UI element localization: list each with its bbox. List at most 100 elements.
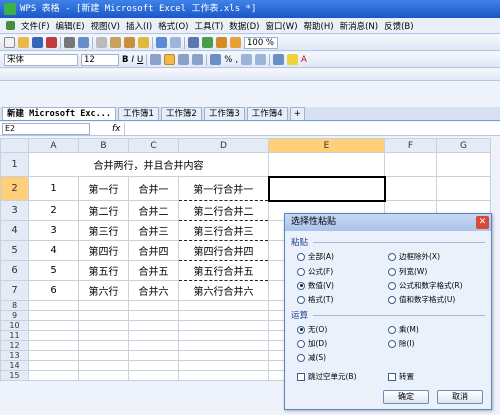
- cell[interactable]: 3: [28, 220, 79, 241]
- bold-icon[interactable]: B: [122, 55, 128, 65]
- checkbox-skip-blanks[interactable]: 跳过空单元(B): [297, 371, 357, 382]
- tab-workbook3[interactable]: 工作簿3: [203, 107, 245, 120]
- copied-cell[interactable]: 第六行合并六: [178, 280, 269, 301]
- cell[interactable]: 4: [28, 240, 79, 261]
- column-header-e[interactable]: E: [268, 138, 385, 153]
- column-header-b[interactable]: B: [78, 138, 129, 153]
- cut-icon[interactable]: [96, 37, 107, 48]
- print-preview-icon[interactable]: [78, 37, 89, 48]
- menu-tools[interactable]: 工具(T): [194, 20, 223, 32]
- radio-op-none[interactable]: 无(O): [297, 324, 327, 335]
- sort-icon[interactable]: [188, 37, 199, 48]
- cell[interactable]: 第三行: [78, 220, 129, 241]
- cell[interactable]: [128, 310, 179, 321]
- cell[interactable]: [28, 340, 79, 351]
- cell[interactable]: [28, 320, 79, 331]
- save-icon[interactable]: [32, 37, 43, 48]
- row-header[interactable]: 2: [0, 176, 29, 201]
- menu-file[interactable]: 文件(F): [21, 20, 50, 32]
- cell[interactable]: 合并六: [128, 280, 179, 301]
- radio-op-add[interactable]: 加(D): [297, 338, 327, 349]
- row-header[interactable]: 6: [0, 260, 29, 281]
- row-header[interactable]: 4: [0, 220, 29, 241]
- column-header-f[interactable]: F: [384, 138, 437, 153]
- row-header[interactable]: 8: [0, 300, 29, 311]
- cell[interactable]: [78, 300, 129, 311]
- row-header[interactable]: 1: [0, 152, 29, 177]
- new-doc-icon[interactable]: [4, 37, 15, 48]
- row-header[interactable]: 15: [0, 370, 29, 381]
- cell[interactable]: [178, 330, 269, 341]
- cell[interactable]: 合并五: [128, 260, 179, 281]
- cell[interactable]: [78, 320, 129, 331]
- cell[interactable]: [28, 330, 79, 341]
- paste-icon[interactable]: [124, 37, 135, 48]
- cell[interactable]: [128, 360, 179, 371]
- cell[interactable]: 第一行: [78, 176, 129, 201]
- sum-icon[interactable]: [202, 37, 213, 48]
- radio-paste-values[interactable]: 数值(V): [297, 280, 334, 291]
- thousands-icon[interactable]: ,: [235, 55, 238, 65]
- cell[interactable]: [178, 300, 269, 311]
- cell[interactable]: 第五行: [78, 260, 129, 281]
- row-header[interactable]: 11: [0, 330, 29, 341]
- copied-cell[interactable]: 第一行合并一: [178, 176, 269, 201]
- underline-icon[interactable]: U: [137, 55, 143, 65]
- cell[interactable]: [28, 360, 79, 371]
- close-icon[interactable]: ✕: [476, 216, 489, 229]
- radio-all-except-borders[interactable]: 边框除外(X): [388, 251, 440, 262]
- radio-values-number-formats[interactable]: 值和数字格式(U): [388, 294, 455, 305]
- cell[interactable]: [268, 152, 385, 177]
- cell[interactable]: [28, 310, 79, 321]
- copy-icon[interactable]: [110, 37, 121, 48]
- cell[interactable]: [436, 176, 491, 201]
- cell[interactable]: 第二行: [78, 200, 129, 221]
- copied-cell[interactable]: 第二行合并二: [178, 200, 269, 221]
- row-header[interactable]: 10: [0, 320, 29, 331]
- undo-icon[interactable]: [156, 37, 167, 48]
- open-folder-icon[interactable]: [18, 37, 29, 48]
- cell[interactable]: [78, 330, 129, 341]
- percent-icon[interactable]: %: [224, 55, 232, 65]
- print-icon[interactable]: [64, 37, 75, 48]
- checkbox-transpose[interactable]: 转置: [388, 371, 414, 382]
- row-header[interactable]: 7: [0, 280, 29, 301]
- format-painter-icon[interactable]: [138, 37, 149, 48]
- cell[interactable]: 合并三: [128, 220, 179, 241]
- menu-edit[interactable]: 编辑(E): [56, 20, 85, 32]
- cell[interactable]: [178, 340, 269, 351]
- cell[interactable]: 6: [28, 280, 79, 301]
- active-cell[interactable]: [267, 175, 386, 202]
- cell[interactable]: [78, 370, 129, 381]
- cell[interactable]: [78, 360, 129, 371]
- cell[interactable]: 合并二: [128, 200, 179, 221]
- cell[interactable]: [384, 152, 437, 177]
- row-header[interactable]: 14: [0, 360, 29, 371]
- cell[interactable]: [436, 152, 491, 177]
- formula-input[interactable]: [124, 123, 494, 135]
- radio-paste-all[interactable]: 全部(A): [297, 251, 334, 262]
- chart-icon[interactable]: [230, 37, 241, 48]
- cell[interactable]: [78, 350, 129, 361]
- title-cell[interactable]: 合并两行，并且合并内容: [28, 152, 269, 177]
- cell[interactable]: 第四行: [78, 240, 129, 261]
- tab-workbook2[interactable]: 工作簿2: [160, 107, 202, 120]
- cell[interactable]: 合并一: [128, 176, 179, 201]
- ok-button[interactable]: 确定: [383, 390, 429, 404]
- fill-color-icon[interactable]: [287, 54, 299, 65]
- cell[interactable]: [28, 300, 79, 311]
- select-all-corner[interactable]: [0, 138, 29, 153]
- menu-data[interactable]: 数据(D): [229, 20, 259, 32]
- font-name-select[interactable]: 宋体: [4, 53, 78, 66]
- row-header[interactable]: 13: [0, 350, 29, 361]
- cell[interactable]: [128, 320, 179, 331]
- row-header[interactable]: 12: [0, 340, 29, 351]
- menu-insert[interactable]: 插入(I): [126, 20, 152, 32]
- cell[interactable]: [78, 340, 129, 351]
- cell[interactable]: [384, 176, 437, 201]
- radio-paste-formulas[interactable]: 公式(F): [297, 266, 333, 277]
- row-header[interactable]: 5: [0, 240, 29, 261]
- menu-format[interactable]: 格式(O): [158, 20, 188, 32]
- radio-op-subtract[interactable]: 减(S): [297, 352, 326, 363]
- cell[interactable]: [178, 370, 269, 381]
